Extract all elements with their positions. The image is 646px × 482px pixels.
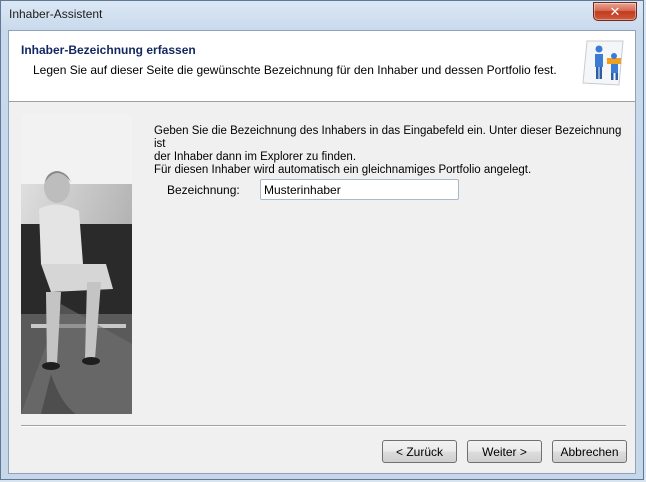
wizard-client-area: Inhaber-Bezeichnung erfassen Legen Sie a… — [8, 30, 636, 474]
close-icon: ✕ — [609, 3, 621, 19]
wizard-side-image — [21, 114, 132, 414]
instruction-line: Geben Sie die Bezeichnung des Inhabers i… — [154, 125, 622, 150]
instruction-line: der Inhaber dann im Explorer zu finden. — [154, 151, 357, 163]
wizard-header: Inhaber-Bezeichnung erfassen Legen Sie a… — [9, 31, 635, 102]
bezeichnung-input[interactable] — [260, 179, 459, 200]
window-title: Inhaber-Assistent — [9, 7, 103, 21]
title-bar[interactable]: Inhaber-Assistent ✕ — [1, 1, 643, 27]
owner-portfolio-icon — [582, 40, 624, 86]
next-button[interactable]: Weiter > — [467, 440, 542, 463]
wizard-window: Inhaber-Assistent ✕ Inhaber-Bezeichnung … — [0, 0, 644, 480]
page-title: Inhaber-Bezeichnung erfassen — [21, 43, 196, 57]
bezeichnung-label: Bezeichnung: — [167, 183, 240, 197]
instruction-line: Für diesen Inhaber wird automatisch ein … — [154, 164, 532, 176]
cancel-button[interactable]: Abbrechen — [552, 440, 627, 463]
back-button[interactable]: < Zurück — [382, 440, 457, 463]
instruction-text: Geben Sie die Bezeichnung des Inhabers i… — [154, 125, 624, 177]
button-separator — [21, 425, 626, 427]
close-button[interactable]: ✕ — [593, 2, 637, 21]
page-subtitle: Legen Sie auf dieser Seite die gewünscht… — [33, 63, 557, 77]
